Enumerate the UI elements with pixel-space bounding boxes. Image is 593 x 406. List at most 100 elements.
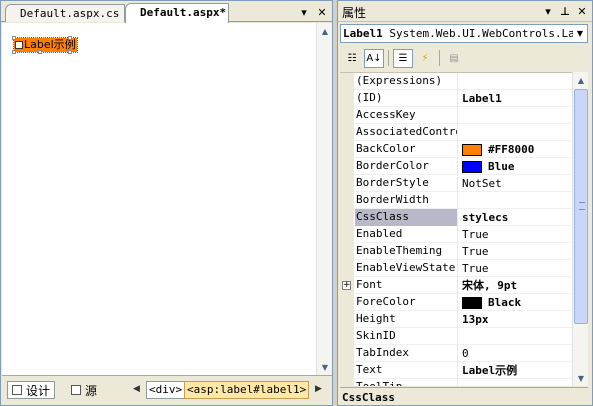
property-row[interactable]: ToolTip [340,379,572,386]
property-grid-scrollbar[interactable]: ▲ ▼ [572,72,588,386]
property-value-text: True [462,261,489,275]
row-margin [340,158,354,175]
property-name: SkinID [355,328,458,345]
property-value[interactable]: #FF8000 [460,141,572,158]
property-value[interactable] [460,107,572,124]
designer-vertical-scrollbar[interactable]: ▲ ▼ [316,23,332,375]
property-description: CssClass [340,387,588,405]
property-row[interactable]: AccessKey [340,107,572,124]
property-row[interactable]: Height 13px [340,311,572,328]
resize-handle-se[interactable] [68,50,72,54]
property-value[interactable]: Label示例 [460,362,572,379]
breadcrumb-left-arrow-icon[interactable]: ◀ [133,384,140,394]
property-value[interactable]: NotSet [460,175,572,192]
property-row[interactable]: EnableTheming True [340,243,572,260]
design-view-button[interactable]: 设计 [7,381,56,399]
property-name: ForeColor [355,294,458,311]
close-document-icon[interactable]: ✕ [316,6,328,18]
property-value-text: 宋体, 9pt [462,278,518,292]
property-value[interactable] [460,73,572,90]
property-row[interactable]: + Font 宋体, 9pt [340,277,572,294]
designer-status-bar: 设计 源 ◀ <div> <asp:label#label1> ▶ [2,375,332,405]
dropdown-icon[interactable]: ▾ [542,5,554,17]
object-selector[interactable]: Label1 System.Web.UI.WebControls.Label ▼ [340,24,588,43]
property-value[interactable] [460,328,572,345]
source-view-button[interactable]: 源 [66,381,102,399]
color-swatch [462,296,482,309]
property-row[interactable]: BorderStyle NotSet [340,175,572,192]
breadcrumb-div[interactable]: <div> [146,381,186,399]
property-row[interactable]: BackColor #FF8000 [340,141,572,158]
scroll-grip-icon [579,202,585,210]
property-value[interactable]: 宋体, 9pt [460,277,572,294]
property-row[interactable]: Enabled True [340,226,572,243]
property-value[interactable] [460,379,572,386]
resize-handle-s[interactable] [38,50,42,54]
alphabetical-sort-icon[interactable]: A↓ [364,48,384,68]
property-row[interactable]: CssClass stylecs [340,209,572,226]
design-view-label: 设计 [26,383,51,398]
property-value[interactable] [460,192,572,209]
tab-default-aspx[interactable]: Default.aspx* [125,3,229,23]
breadcrumb-right-arrow-icon[interactable]: ▶ [315,384,322,394]
design-view-icon [12,385,22,395]
resize-handle-nw[interactable] [12,36,16,40]
property-value[interactable]: Black [460,294,572,311]
tab-default-aspx-cs[interactable]: Default.aspx.cs [5,4,125,22]
property-value[interactable]: stylecs [460,209,572,226]
row-margin [340,362,354,379]
property-row[interactable]: BorderColor Blue [340,158,572,175]
property-value[interactable]: True [460,226,572,243]
property-name: BackColor [355,141,458,158]
close-icon[interactable]: ✕ [576,5,588,17]
property-row[interactable]: SkinID [340,328,572,345]
property-grid: (Expressions) (ID) Label1 AccessKey Associat… [340,72,572,386]
property-value[interactable]: True [460,260,572,277]
property-value[interactable]: Blue [460,158,572,175]
property-row[interactable]: BorderWidth [340,192,572,209]
property-row[interactable]: (Expressions) [340,73,572,90]
scroll-up-icon[interactable]: ▲ [317,23,333,39]
property-value[interactable]: 13px [460,311,572,328]
property-row[interactable]: AssociatedControl [340,124,572,141]
property-row[interactable]: EnableViewState True [340,260,572,277]
property-name: BorderStyle [355,175,458,192]
property-value[interactable] [460,124,572,141]
property-value[interactable]: Label1 [460,90,572,107]
property-row[interactable]: (ID) Label1 [340,90,572,107]
resize-handle-sw[interactable] [12,50,16,54]
categorized-icon[interactable]: ☷ [342,49,362,68]
property-value-text: Label示例 [462,363,518,377]
property-value[interactable]: 0 [460,345,572,362]
properties-view-icon[interactable]: ☰ [393,48,413,68]
property-row[interactable]: ForeColor Black [340,294,572,311]
breadcrumb-div-label: <div> [149,383,183,396]
scroll-up-icon[interactable]: ▲ [573,72,589,88]
row-margin [340,328,354,345]
resize-handle-ne[interactable] [68,36,72,40]
pin-icon[interactable]: ⊥ [559,5,571,17]
expand-plus-icon[interactable]: + [342,281,351,290]
properties-pane: 属性 ▾ ⊥ ✕ Label1 System.Web.UI.WebControl… [337,0,593,406]
property-name: BorderColor [355,158,458,175]
window-list-dropdown-icon[interactable]: ▾ [298,6,310,18]
property-pages-icon[interactable]: ▤ [444,49,464,68]
property-name: Font [355,277,458,294]
chevron-down-icon[interactable]: ▼ [573,25,587,42]
design-surface[interactable]: Label示例 [2,23,316,375]
scroll-down-icon[interactable]: ▼ [573,370,589,386]
property-name: Text [355,362,458,379]
row-margin [340,243,354,260]
property-row[interactable]: Text Label示例 [340,362,572,379]
scroll-thumb[interactable] [574,89,588,324]
row-margin [340,73,354,90]
events-lightning-icon[interactable]: ⚡ [415,49,435,68]
property-value-text: True [462,227,489,241]
breadcrumb-label1[interactable]: <asp:label#label1> [184,381,310,399]
object-name: Label1 [343,27,383,40]
scroll-down-icon[interactable]: ▼ [317,359,333,375]
property-row[interactable]: TabIndex 0 [340,345,572,362]
properties-actions: ▾ ⊥ ✕ [542,5,588,17]
property-value[interactable]: True [460,243,572,260]
breadcrumb-label1-label: <asp:label#label1> [187,383,307,396]
